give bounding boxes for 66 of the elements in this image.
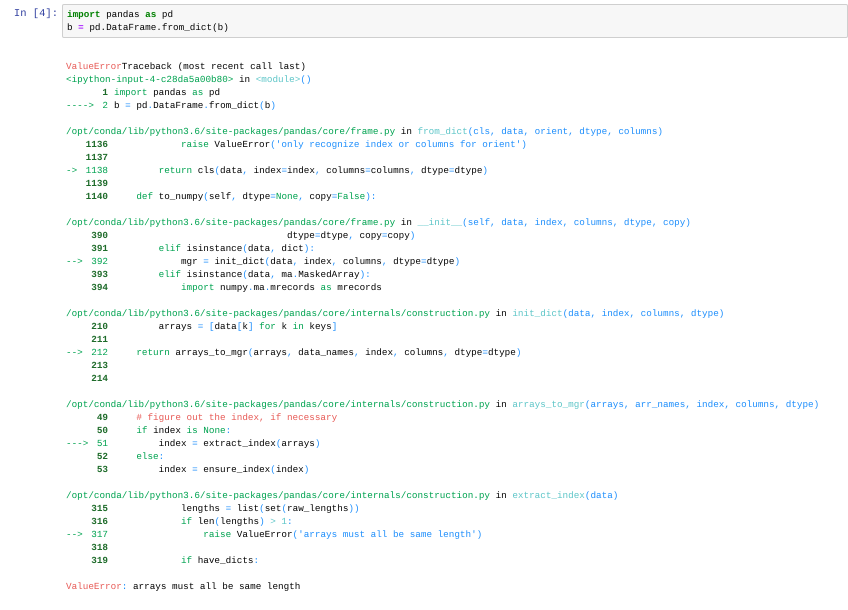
line-number: 1140 xyxy=(86,190,108,203)
code-cell[interactable]: import pandas as pd b = pd.DataFrame.from_dict(b) xyxy=(62,4,848,38)
current-line-arrow: ----> xyxy=(66,99,94,112)
error-message: ValueError: arrays must all be same length xyxy=(66,580,300,593)
line-number: 315 xyxy=(91,502,108,515)
code-line: if len(lengths) > 1: xyxy=(180,515,293,528)
file-location: /opt/conda/lib/python3.6/site-packages/pandas/core/frame.py in __init__(self, data, index, columns, dtype, copy) xyxy=(66,216,691,229)
line-number: 51 xyxy=(96,437,108,450)
line-number: 1136 xyxy=(86,138,108,151)
line-number: 213 xyxy=(91,359,108,372)
code-line: def to_numpy(self, dtype=None, copy=False): xyxy=(135,190,376,203)
line-number: 1 xyxy=(102,86,108,99)
line-number: 316 xyxy=(91,515,108,528)
line-number: 210 xyxy=(91,320,108,333)
code-line: index = extract_index(arrays) xyxy=(158,437,320,450)
current-line-arrow: --> xyxy=(66,528,83,541)
line-number: 1138 xyxy=(86,164,108,177)
line-number: 394 xyxy=(91,281,108,294)
line-number: 211 xyxy=(91,333,108,346)
code-line: mgr = init_dict(data, index, columns, dtype=dtype) xyxy=(180,255,460,268)
code-line: else: xyxy=(135,450,164,463)
input-prompt: In [4]: xyxy=(14,8,58,22)
code-line: import pandas as pd xyxy=(67,8,174,21)
code-line: raise ValueError('only recognize index or columns for orient') xyxy=(180,138,527,151)
code-line: dtype=dtype, copy=copy) xyxy=(286,229,416,242)
code-line: import pandas as pd xyxy=(114,86,220,99)
current-line-arrow: --> xyxy=(66,255,83,268)
line-number: 50 xyxy=(96,424,108,437)
line-number: 1139 xyxy=(86,177,108,190)
code-line: b = pd.DataFrame.from_dict(b) xyxy=(114,99,276,112)
code-line: arrays = [data[k] for k in keys] xyxy=(158,320,338,333)
line-number: 393 xyxy=(91,268,108,281)
current-line-arrow: -> xyxy=(66,164,78,177)
code-line: import numpy.ma.mrecords as mrecords xyxy=(180,281,382,294)
code-line: return arrays_to_mgr(arrays, data_names, index, columns, dtype=dtype) xyxy=(135,346,522,359)
code-line: raise ValueError('arrays must all be same length') xyxy=(202,528,482,541)
line-number: 2 xyxy=(102,99,108,112)
file-location: <ipython-input-4-c28da5a00b80> in <module>() xyxy=(66,73,312,86)
file-location: /opt/conda/lib/python3.6/site-packages/pandas/core/internals/construction.py in extract_index(data) xyxy=(66,489,618,502)
code-line: lengths = list(set(raw_lengths)) xyxy=(180,502,360,515)
file-location: /opt/conda/lib/python3.6/site-packages/pandas/core/internals/construction.py in arrays_to_mgr(arrays, arr_names, index, columns, dtype) xyxy=(66,398,820,411)
line-number: 214 xyxy=(91,372,108,385)
code-line: # figure out the index, if necessary xyxy=(135,411,338,424)
current-line-arrow: --> xyxy=(66,346,83,359)
code-line: if have_dicts: xyxy=(180,554,260,567)
line-number: 52 xyxy=(96,450,108,463)
current-line-arrow: ---> xyxy=(66,437,88,450)
line-number: 49 xyxy=(96,411,108,424)
code-line: index = ensure_index(index) xyxy=(158,463,310,476)
line-number: 1137 xyxy=(86,151,108,164)
line-number: 392 xyxy=(91,255,108,268)
line-number: 390 xyxy=(91,229,108,242)
traceback-header: ValueErrorTraceback (most recent call last) xyxy=(66,60,306,73)
code-line: elif isinstance(data, ma.MaskedArray): xyxy=(158,268,371,281)
line-number: 53 xyxy=(96,463,108,476)
line-number: 317 xyxy=(91,528,108,541)
line-number: 318 xyxy=(91,541,108,554)
code-line: b = pd.DataFrame.from_dict(b) xyxy=(67,21,230,34)
code-line: if index is None: xyxy=(135,424,232,437)
code-line: return cls(data, index=index, columns=columns, dtype=dtype) xyxy=(158,164,488,177)
line-number: 391 xyxy=(91,242,108,255)
code-line: elif isinstance(data, dict): xyxy=(158,242,315,255)
file-location: /opt/conda/lib/python3.6/site-packages/pandas/core/internals/construction.py in init_dict(data, index, columns, dtype) xyxy=(66,307,724,320)
line-number: 212 xyxy=(91,346,108,359)
file-location: /opt/conda/lib/python3.6/site-packages/pandas/core/frame.py in from_dict(cls, data, orient, dtype, columns) xyxy=(66,125,663,138)
line-number: 319 xyxy=(91,554,108,567)
